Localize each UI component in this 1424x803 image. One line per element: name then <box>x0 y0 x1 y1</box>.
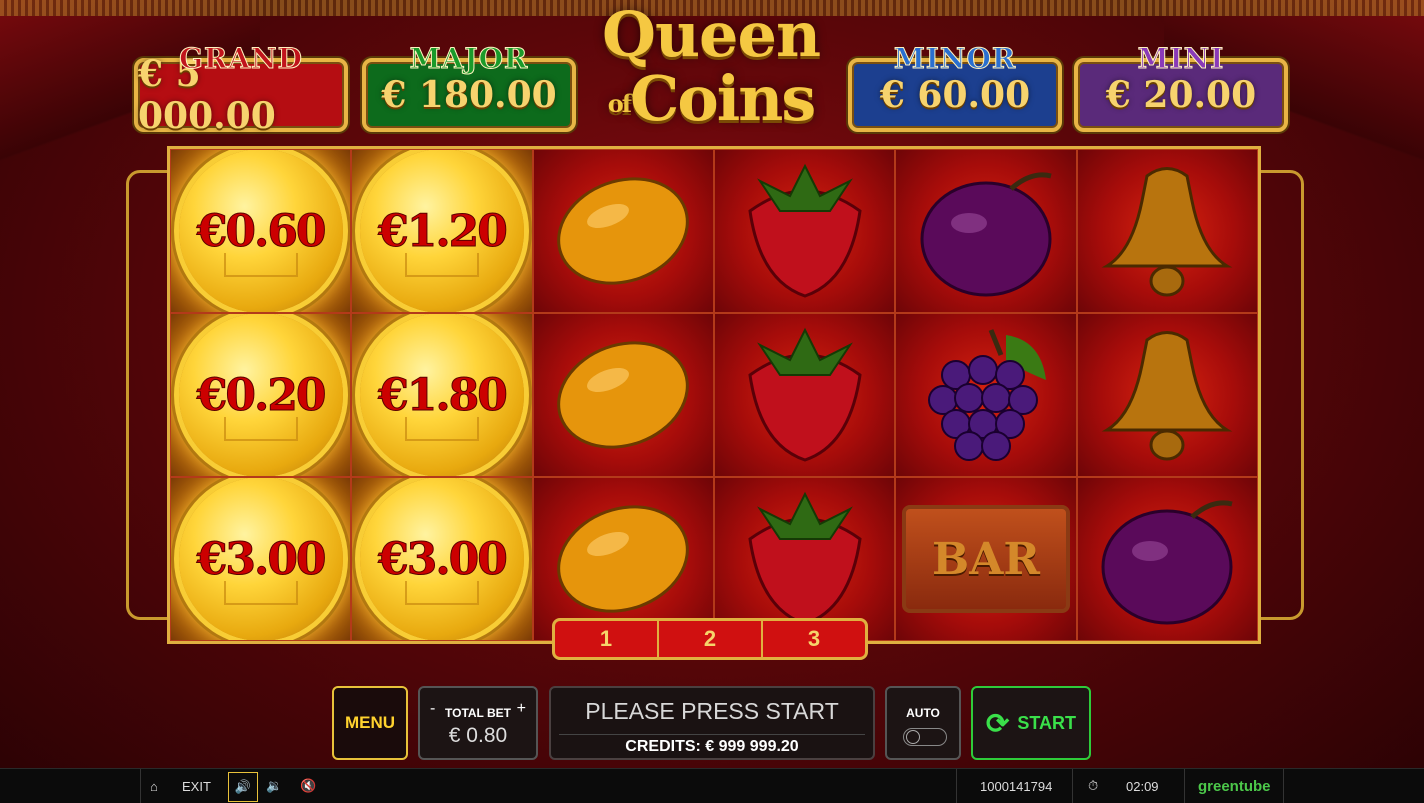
jackpot-mini: € 20.00 MINI <box>1074 42 1288 132</box>
strawberry-icon <box>748 163 862 298</box>
start-label: START <box>1017 712 1077 733</box>
jackpot-label: MINI <box>1137 42 1225 76</box>
jackpot-label: GRAND <box>179 42 303 76</box>
jackpot-minor: € 60.00 MINOR <box>848 42 1062 132</box>
strawberry-icon <box>748 491 862 626</box>
reel-cell: BAR <box>895 477 1077 641</box>
autoplay-toggle[interactable] <box>903 728 947 746</box>
jackpot-value: € 180.00 <box>381 74 557 116</box>
autoplay-label: AUTO <box>906 706 940 720</box>
coin-value: €0.60 <box>196 205 327 257</box>
plum-icon <box>1101 500 1233 625</box>
reel-cell <box>532 477 714 641</box>
total-bet-box: - TOTAL BET + € 0.80 <box>418 686 538 760</box>
coin-icon: €3.00 <box>359 478 524 640</box>
grapes-icon <box>927 329 1046 461</box>
bet-increase-button[interactable]: + <box>517 700 526 718</box>
session-id: 1000141794 <box>980 778 1053 794</box>
crown-icon <box>223 417 298 441</box>
jackpot-grand: € 5 000.00 GRAND <box>134 42 348 137</box>
sound-on-icon[interactable]: 🔉 <box>266 769 282 803</box>
reel-cell: €0.60 <box>170 149 352 313</box>
jackpot-label: MINOR <box>893 42 1017 76</box>
status-message: PLEASE PRESS START <box>585 698 839 724</box>
crown-icon <box>404 253 479 277</box>
divider <box>956 769 957 803</box>
lemon-icon <box>557 505 690 613</box>
reel-cell <box>532 313 714 477</box>
reel-cell <box>895 313 1077 477</box>
reel-grid: €0.60 €1.20 €0.20 €1.80 €3.00 €3.00 BAR <box>167 146 1261 644</box>
clock-icon: ⏱ <box>1088 778 1099 793</box>
total-bet-value: € 0.80 <box>448 724 508 747</box>
jackpot-label: MAJOR <box>409 42 529 76</box>
payline-3: 3 <box>807 626 821 651</box>
sound-mute-icon[interactable]: 🔇 <box>300 769 316 803</box>
spin-icon: ⟳ <box>985 707 1010 739</box>
toggle-knob <box>906 730 920 744</box>
payline-2: 2 <box>659 621 763 657</box>
reel-cell <box>713 477 896 641</box>
divider <box>1283 769 1284 803</box>
coin-icon: €1.80 <box>359 314 524 476</box>
payline-1: 1 <box>555 621 659 657</box>
crown-icon <box>223 253 298 277</box>
autoplay-button[interactable]: AUTO <box>885 686 961 760</box>
coin-icon: €3.00 <box>178 478 343 640</box>
coin-value: €1.20 <box>378 205 509 257</box>
exit-link[interactable]: EXIT <box>182 769 211 803</box>
coin-icon: €0.20 <box>178 314 343 476</box>
reel-cell: €1.80 <box>351 313 533 477</box>
divider <box>559 734 865 735</box>
clock-time: 02:09 <box>1126 778 1159 794</box>
divider <box>1072 769 1073 803</box>
brand-logo: greentube <box>1198 777 1271 795</box>
reel-cell <box>1076 149 1258 313</box>
crown-icon <box>223 581 298 605</box>
coin-icon: €1.20 <box>359 150 524 312</box>
home-icon[interactable]: ⌂ <box>150 769 158 803</box>
bar-text: BAR <box>932 533 1040 585</box>
crown-icon <box>404 581 479 605</box>
divider <box>140 769 141 803</box>
bar-icon: BAR <box>901 505 1070 613</box>
bell-icon <box>1101 331 1233 461</box>
jackpot-major: € 180.00 MAJOR <box>362 42 576 132</box>
reel-cell <box>713 313 896 477</box>
start-button[interactable]: ⟳ START <box>971 686 1091 760</box>
jackpot-value: € 60.00 <box>879 74 1031 116</box>
reel-cell <box>713 149 896 313</box>
jackpot-value: € 20.00 <box>1105 74 1257 116</box>
reel-cell <box>1076 477 1258 641</box>
coin-value: €1.80 <box>378 369 509 421</box>
coin-value: €3.00 <box>378 533 509 585</box>
crown-icon <box>404 417 479 441</box>
coin-value: €0.20 <box>196 369 327 421</box>
reel-cell <box>895 149 1077 313</box>
lemon-icon <box>557 177 690 285</box>
game-logo: Queen ofCoins <box>596 4 826 140</box>
status-bar: ⌂ EXIT 🔊 🔉 🔇 1000141794 ⏱ 02:09 greentub… <box>0 768 1424 803</box>
payline-indicator: 1 2 3 <box>552 618 868 660</box>
bell-icon <box>1101 167 1233 297</box>
reel-cell: €0.20 <box>170 313 352 477</box>
reel-cell: €3.00 <box>351 477 533 641</box>
menu-button[interactable]: MENU <box>332 686 408 760</box>
reel-cell: €3.00 <box>170 477 352 641</box>
coin-value: €3.00 <box>196 533 327 585</box>
reel-cell <box>1076 313 1258 477</box>
plum-icon <box>920 172 1052 297</box>
message-panel: PLEASE PRESS START CREDITS: € 999 999.20 <box>549 686 875 760</box>
credits-display: CREDITS: € 999 999.20 <box>625 738 799 755</box>
sound-voice-icon[interactable]: 🔊 <box>228 772 258 802</box>
divider <box>1184 769 1185 803</box>
coin-icon: €0.60 <box>178 150 343 312</box>
logo-of: of <box>607 89 632 118</box>
lemon-icon <box>557 341 690 449</box>
logo-line1: Queen <box>601 0 821 71</box>
reel-cell: €1.20 <box>351 149 533 313</box>
logo-line2: Coins <box>630 62 816 135</box>
reel-cell <box>532 149 714 313</box>
strawberry-icon <box>748 327 862 462</box>
